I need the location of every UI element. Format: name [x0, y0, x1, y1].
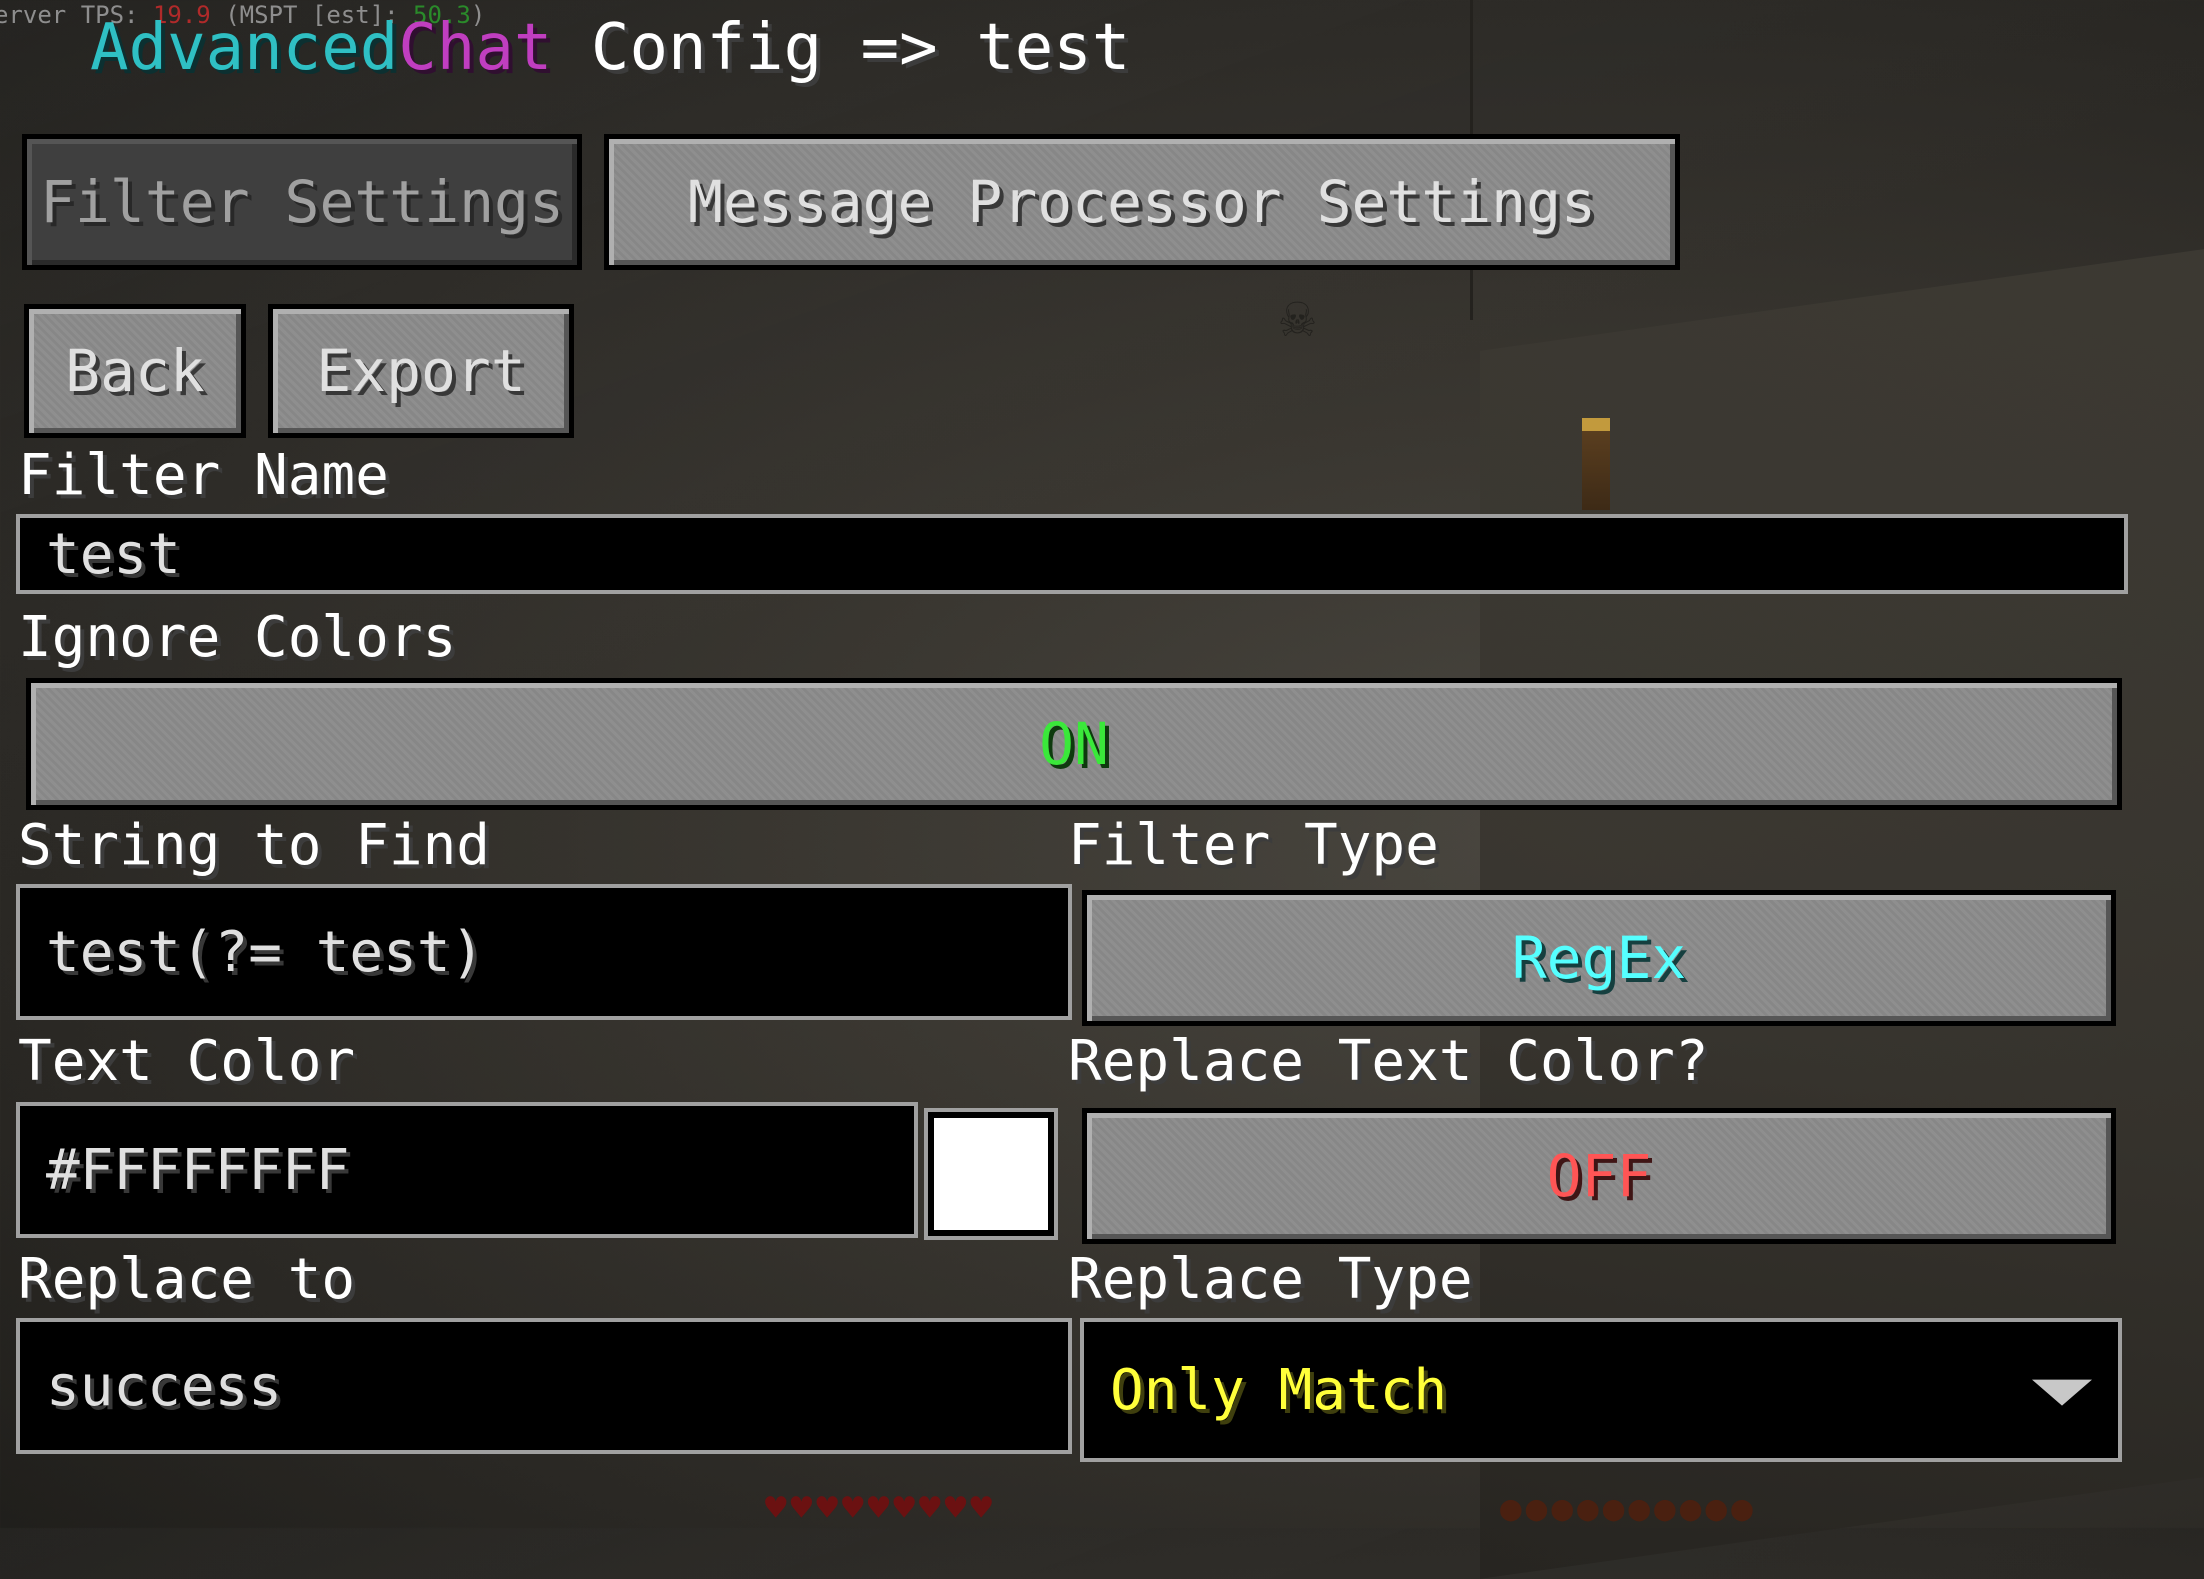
- torch-icon: [1582, 418, 1610, 510]
- export-button[interactable]: Export: [268, 304, 574, 438]
- text-color-input[interactable]: #FFFFFFFF: [16, 1102, 918, 1238]
- replace-text-color-label: Replace Text Color?: [1068, 1029, 1709, 1094]
- hunger-bar-icon: ●●●●●●●●●●: [1500, 1488, 1757, 1529]
- title-advanced: Advanced: [90, 11, 399, 85]
- replace-to-label: Replace to: [18, 1247, 356, 1312]
- replace-to-input[interactable]: success: [16, 1318, 1072, 1454]
- filter-type-label: Filter Type: [1068, 813, 1439, 878]
- replace-type-label: Replace Type: [1068, 1247, 1473, 1312]
- replace-type-dropdown[interactable]: Only Match: [1080, 1318, 2122, 1462]
- color-swatch-fill: [934, 1118, 1048, 1230]
- filter-name-input[interactable]: test: [16, 514, 2128, 594]
- ignore-colors-toggle[interactable]: ON: [26, 678, 2122, 810]
- title-chat: Chat: [398, 11, 553, 85]
- ignore-colors-value: ON: [1039, 710, 1109, 778]
- page-title: AdvancedChat Config => test: [90, 10, 1130, 86]
- title-rest: Config => test: [552, 11, 1131, 85]
- string-to-find-input[interactable]: test(?= test): [16, 884, 1072, 1020]
- filter-type-button[interactable]: RegEx: [1082, 890, 2116, 1026]
- color-swatch[interactable]: [924, 1108, 1058, 1240]
- dropdown-arrow-icon: [2032, 1379, 2092, 1406]
- replace-type-value: Only Match: [1110, 1357, 1448, 1423]
- text-color-label: Text Color: [18, 1029, 356, 1094]
- skull-icon: ☠: [1280, 282, 1315, 350]
- tab-filter-settings[interactable]: Filter Settings: [22, 134, 582, 270]
- tab-message-processor-settings[interactable]: Message Processor Settings: [604, 134, 1680, 270]
- back-button[interactable]: Back: [24, 304, 246, 438]
- health-hearts-icon: ♥♥♥♥♥♥♥♥♥: [765, 1488, 997, 1529]
- replace-text-color-toggle[interactable]: OFF: [1082, 1108, 2116, 1244]
- filter-name-label: Filter Name: [18, 443, 389, 508]
- string-to-find-label: String to Find: [18, 813, 491, 878]
- filter-type-value: RegEx: [1511, 924, 1687, 992]
- ignore-colors-label: Ignore Colors: [18, 605, 457, 670]
- replace-text-color-value: OFF: [1546, 1142, 1652, 1210]
